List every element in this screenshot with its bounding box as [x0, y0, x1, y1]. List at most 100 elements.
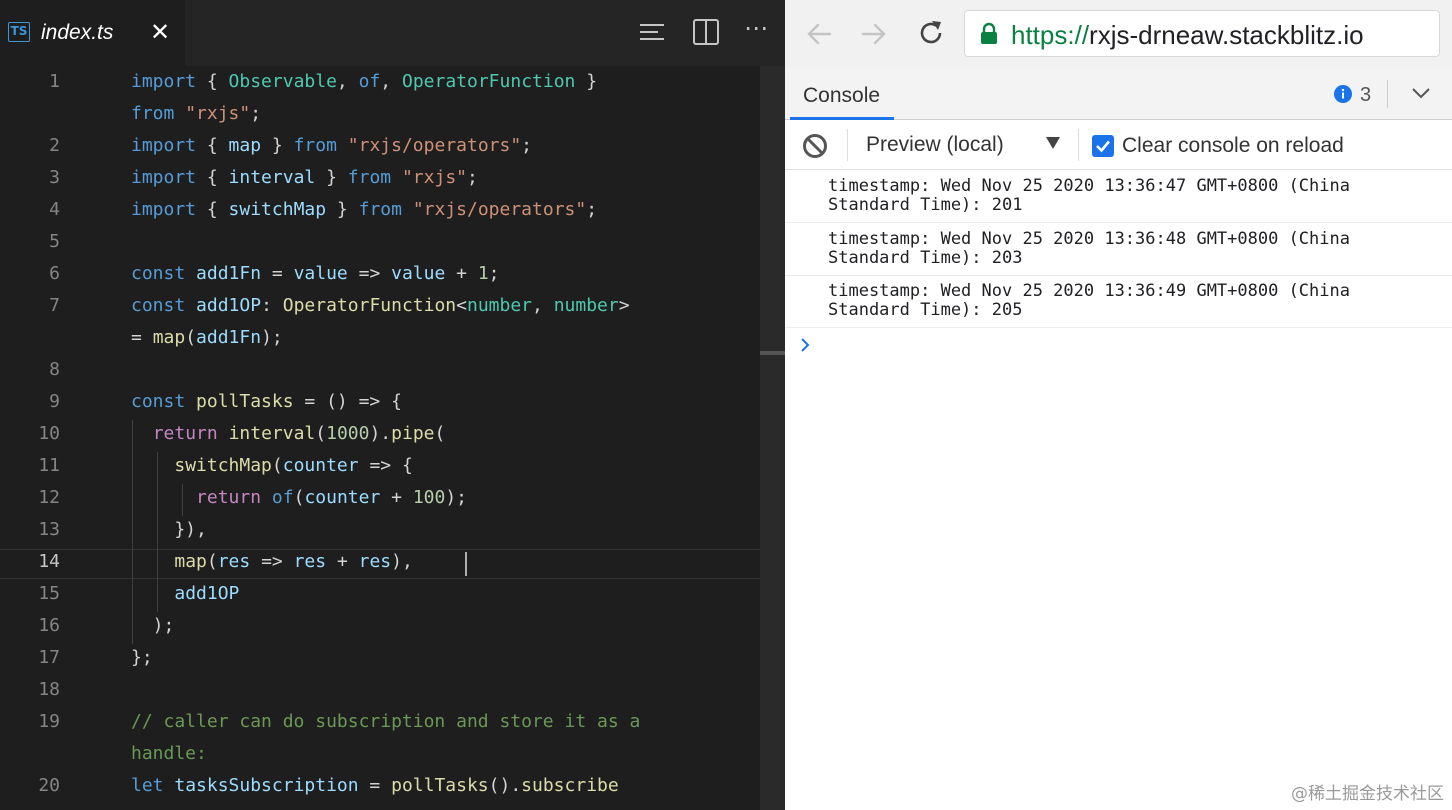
code-token: pipe [391, 423, 435, 444]
code-text: import { map } from "rxjs/operators"; [131, 130, 532, 162]
reload-icon[interactable] [916, 18, 946, 48]
code-line[interactable]: 13 }), [0, 514, 760, 546]
code-editor[interactable]: TS index.ts ✕ ⋯ 1 import { Observable, of… [0, 0, 785, 810]
code-line[interactable]: 17}; [0, 642, 760, 674]
line-number: 7 [49, 295, 60, 316]
info-icon [1334, 85, 1352, 103]
more-actions-icon[interactable]: ⋯ [744, 14, 768, 42]
code-line[interactable]: 12 return of(counter + 100); [0, 482, 760, 514]
code-text: map(res => res + res), [131, 546, 412, 578]
console-prompt-icon[interactable] [799, 337, 811, 353]
log-message: timestamp: Wed Nov 25 2020 13:36:47 GMT+… [828, 176, 1361, 215]
code-line[interactable]: 1 import { Observable, of, OperatorFuncti… [0, 66, 760, 98]
line-number: 12 [38, 487, 60, 508]
code-token: from [293, 135, 337, 156]
code-line[interactable]: 10 return interval(1000).pipe( [0, 418, 760, 450]
code-line[interactable]: 19 // caller can do subscription and stor… [0, 706, 760, 738]
code-token: pollTasks [196, 391, 294, 412]
outline-icon[interactable] [638, 18, 666, 46]
clear-console-icon[interactable] [802, 133, 828, 159]
code-line[interactable]: 4 import { switchMap } from "rxjs/operato… [0, 194, 760, 226]
code-line[interactable]: 8 [0, 354, 760, 386]
line-number: 14 [38, 551, 60, 572]
back-arrow-icon[interactable] [805, 20, 833, 48]
code-line[interactable]: handle: [0, 738, 760, 770]
code-token: ( [315, 423, 327, 444]
code-token: OperatorFunction [401, 71, 576, 92]
watermark: @稀土掘金技术社区 [1291, 784, 1444, 804]
code-token: = () => { [293, 391, 402, 412]
code-line[interactable]: = map(add1Fn); [0, 322, 760, 354]
code-token: add1OP [196, 295, 262, 316]
typescript-file-icon: TS [8, 22, 30, 42]
info-message-count[interactable]: 3 [1360, 84, 1371, 107]
code-text: add1OP [131, 578, 239, 610]
code-token: } [315, 167, 348, 188]
code-token: ); [445, 487, 468, 508]
code-line[interactable]: 20 let tasksSubscription = pollTasks().su… [0, 770, 760, 802]
code-text: const add1Fn = value => value + 1; [131, 258, 500, 290]
editor-scrollbar[interactable] [760, 66, 785, 810]
address-bar[interactable]: https://rxjs-drneaw.stackblitz.io [964, 10, 1440, 57]
line-number: 15 [38, 583, 60, 604]
code-area[interactable]: 1 import { Observable, of, OperatorFuncti… [0, 66, 760, 810]
code-line[interactable]: 2 import { map } from "rxjs/operators"; [0, 130, 760, 162]
code-token: pollTasks [391, 775, 489, 796]
code-token: + [380, 487, 413, 508]
code-line[interactable]: 11 switchMap(counter => { [0, 450, 760, 482]
dropdown-arrow-icon[interactable] [1045, 136, 1061, 150]
code-token: + [326, 551, 359, 572]
code-line[interactable]: 18 [0, 674, 760, 706]
code-token: 1 [477, 263, 489, 284]
code-token: , [336, 71, 359, 92]
close-icon[interactable]: ✕ [150, 18, 170, 46]
code-token: = [261, 263, 294, 284]
clear-on-reload-checkbox[interactable] [1092, 135, 1114, 157]
tab-index-ts[interactable]: TS index.ts ✕ [0, 0, 185, 66]
code-line[interactable]: 3 import { interval } from "rxjs"; [0, 162, 760, 194]
code-text: const add1OP: OperatorFunction<number, n… [131, 290, 630, 322]
code-token: => [347, 263, 392, 284]
code-text: ); [131, 610, 175, 642]
code-token: res [358, 551, 392, 572]
code-token: = [131, 327, 153, 348]
clear-on-reload-label[interactable]: Clear console on reload [1122, 134, 1344, 158]
code-line[interactable]: 7 const add1OP: OperatorFunction<number, … [0, 290, 760, 322]
code-line[interactable]: 5 [0, 226, 760, 258]
code-text: = map(add1Fn); [131, 322, 283, 354]
console-toolbar: Preview (local) Clear console on reload [785, 120, 1452, 170]
code-line[interactable]: 15 add1OP [0, 578, 760, 610]
code-line[interactable]: 14 map(res => res + res), [0, 546, 760, 578]
code-token: ( [434, 423, 446, 444]
line-number: 8 [49, 359, 60, 380]
indent-guide [157, 452, 158, 612]
code-token: res [217, 551, 251, 572]
code-line[interactable]: from "rxjs"; [0, 98, 760, 130]
code-line[interactable]: 6 const add1Fn = value => value + 1; [0, 258, 760, 290]
code-text: let tasksSubscription = pollTasks().subs… [131, 770, 619, 802]
code-token: from [358, 199, 402, 220]
line-number: 17 [38, 647, 60, 668]
tab-console[interactable]: Console [803, 84, 880, 108]
code-line[interactable]: 16 ); [0, 610, 760, 642]
code-line[interactable]: 9 const pollTasks = () => { [0, 386, 760, 418]
code-token: const [131, 391, 186, 412]
code-token: { [196, 135, 229, 156]
code-token: "rxjs/operators" [412, 199, 587, 220]
code-token: } [326, 199, 359, 220]
code-token: ; [521, 135, 533, 156]
split-editor-icon[interactable] [692, 18, 720, 46]
code-token: tasksSubscription [174, 775, 359, 796]
code-token: Observable [228, 71, 337, 92]
line-number: 16 [38, 615, 60, 636]
scrollbar-thumb[interactable] [760, 351, 785, 355]
code-token: ( [293, 487, 305, 508]
chevron-down-icon[interactable] [1411, 86, 1431, 100]
context-select[interactable]: Preview (local) [866, 133, 1004, 157]
forward-arrow-icon[interactable] [860, 20, 888, 48]
